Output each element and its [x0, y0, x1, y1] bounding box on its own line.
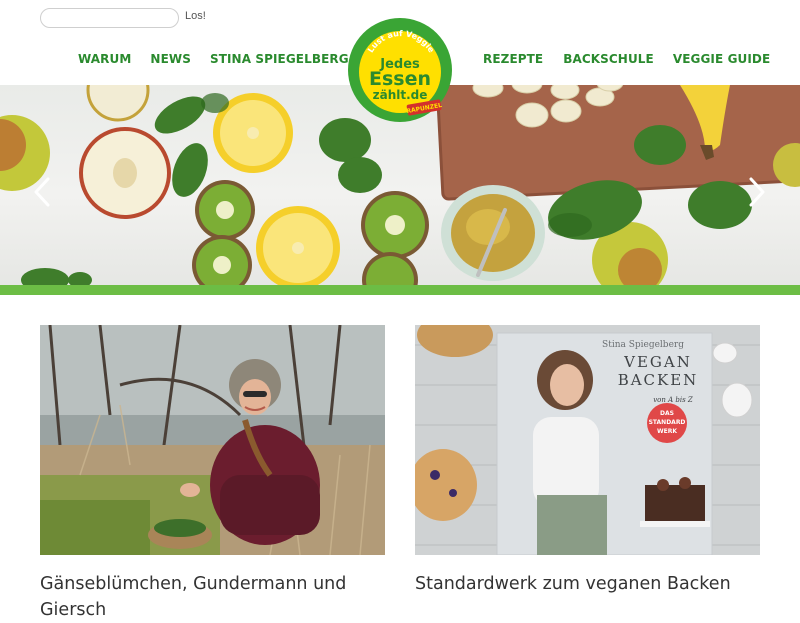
- search-button[interactable]: Los!: [185, 10, 206, 22]
- carousel-next-button[interactable]: [745, 175, 769, 209]
- nav-item-news[interactable]: NEWS: [150, 52, 191, 66]
- site-logo[interactable]: Lust auf Veggie Jedes Essen zählt.de RAP…: [347, 17, 454, 124]
- book-badge-line-3: WERK: [657, 428, 677, 435]
- logo-line-2: Essen: [369, 68, 431, 90]
- nav-item-warum[interactable]: WARUM: [78, 52, 131, 66]
- hero-accent-bar: [0, 285, 800, 295]
- article-title[interactable]: Gänseblümchen, Gundermann und Giersch: [40, 571, 385, 623]
- book-badge-line-2: STANDARD: [649, 419, 686, 426]
- article-card: Stina Spiegelberg VEGAN BACKEN von A bis…: [415, 325, 760, 597]
- book-badge-line-1: DAS: [660, 410, 674, 417]
- article-card: Gänseblümchen, Gundermann und Giersch: [40, 325, 385, 623]
- carousel-prev-button[interactable]: [30, 175, 54, 209]
- article-title[interactable]: Standardwerk zum veganen Backen: [415, 571, 760, 597]
- book-title-line-1: VEGAN: [623, 353, 692, 371]
- nav-item-stina-spiegelberg[interactable]: STINA SPIEGELBERG: [210, 52, 349, 66]
- main-nav-left: WARUM NEWS STINA SPIEGELBERG: [78, 52, 349, 66]
- nav-item-rezepte[interactable]: REZEPTE: [483, 52, 543, 66]
- book-subtitle: von A bis Z: [653, 396, 693, 404]
- chevron-left-icon: [34, 177, 50, 207]
- book-title-line-2: BACKEN: [618, 371, 699, 389]
- nav-item-backschule[interactable]: BACKSCHULE: [563, 52, 654, 66]
- book-author: Stina Spiegelberg: [602, 340, 684, 350]
- article-image[interactable]: [40, 325, 385, 555]
- chevron-right-icon: [749, 177, 765, 207]
- main-nav-right: REZEPTE BACKSCHULE VEGGIE GUIDE: [483, 52, 770, 66]
- logo-line-3: zählt.de: [373, 88, 428, 102]
- search-input[interactable]: [40, 8, 179, 28]
- nav-item-veggie-guide[interactable]: VEGGIE GUIDE: [673, 52, 770, 66]
- article-image[interactable]: Stina Spiegelberg VEGAN BACKEN von A bis…: [415, 325, 760, 555]
